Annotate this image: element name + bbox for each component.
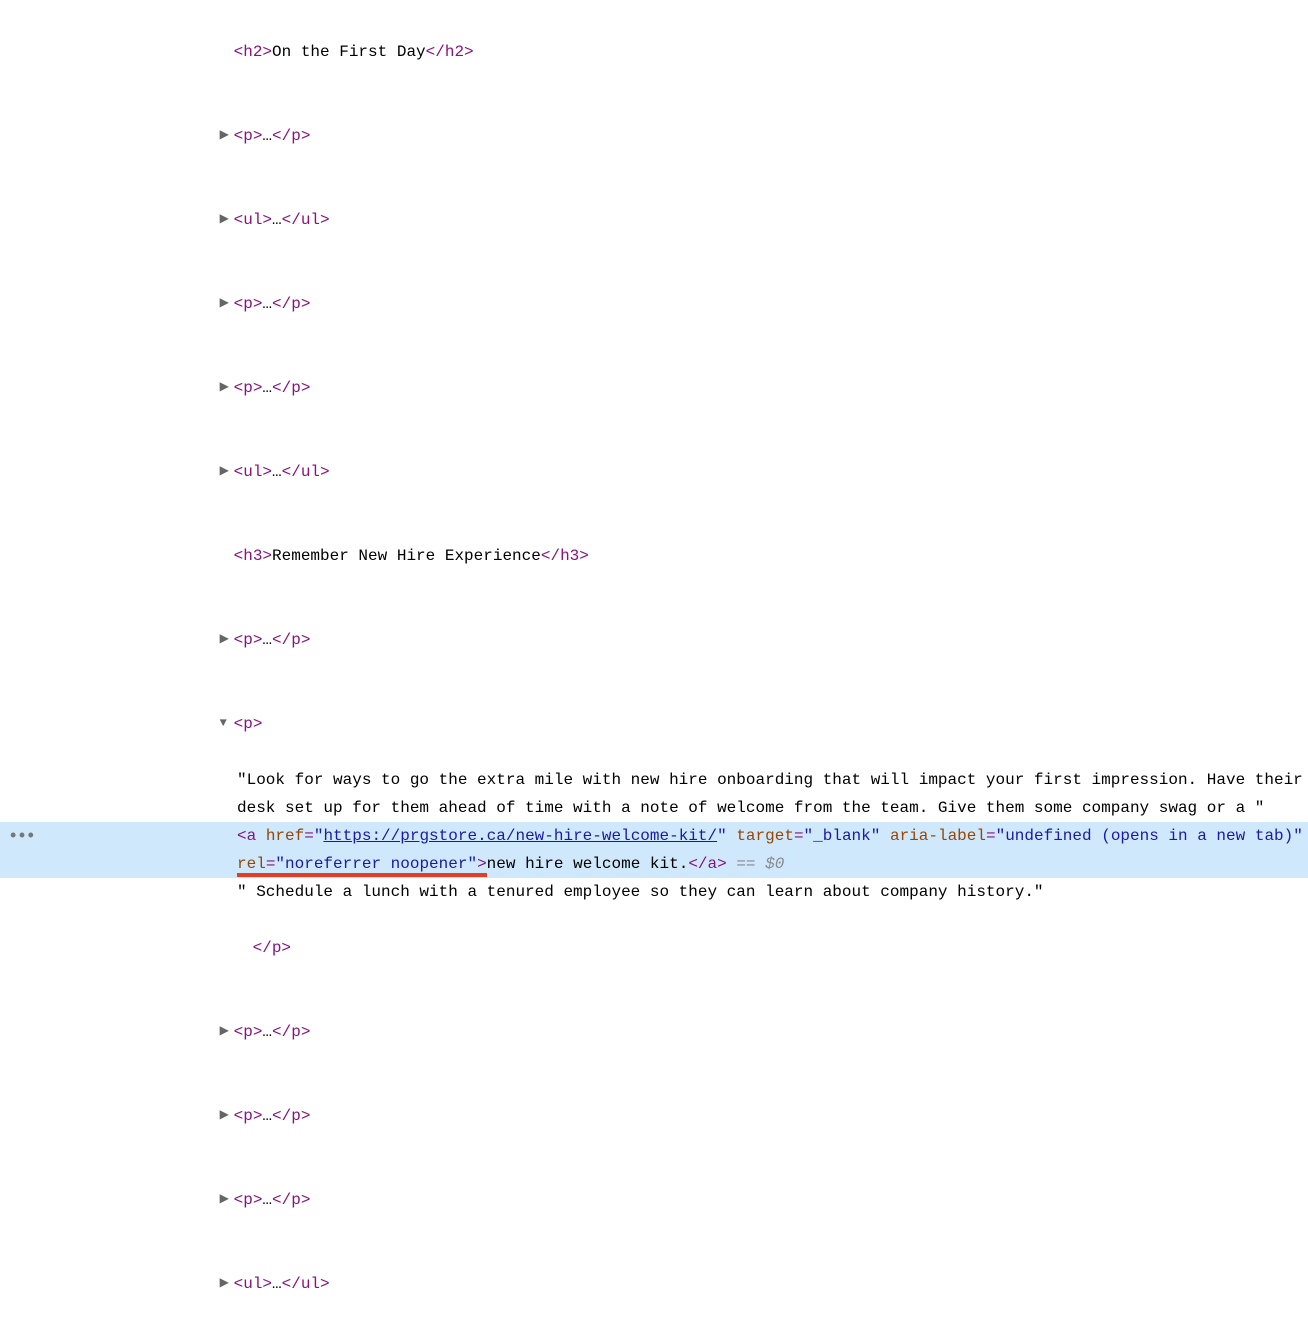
anchor-text: new hire welcome kit. [487,855,689,873]
expand-arrow-icon[interactable]: ▶ [220,377,234,398]
rel-attr-name: rel [237,855,266,873]
node-p-collapsed[interactable]: ▶<p>…</p> [0,346,1308,430]
rel-attr-value: "noreferrer noopener" [275,855,477,873]
expand-arrow-icon[interactable]: ▶ [220,1189,234,1210]
dom-tree: <h2>On the First Day</h2> ▶<p>…</p> ▶<ul… [0,0,1308,1320]
expand-arrow-icon[interactable]: ▶ [220,125,234,146]
h2-text: On the First Day [272,43,426,61]
href-link[interactable]: https://prgstore.ca/new-hire-welcome-kit… [323,827,717,845]
expand-arrow-icon[interactable]: ▶ [220,629,234,650]
text-node[interactable]: "Look for ways to go the extra mile with… [0,766,1308,822]
node-p-expanded-close[interactable]: </p> [0,906,1308,990]
node-p-collapsed[interactable]: ▶<p>…</p> [0,1158,1308,1242]
node-h3[interactable]: <h3>Remember New Hire Experience</h3> [0,514,1308,598]
expand-arrow-icon[interactable]: ▶ [220,209,234,230]
node-ul-collapsed[interactable]: ▶<ul>…</ul> [0,1242,1308,1320]
node-p-collapsed[interactable]: ▶<p>…</p> [0,598,1308,682]
node-p-collapsed[interactable]: ▶<p>…</p> [0,1074,1308,1158]
tag-h2-close: </h2> [426,43,474,61]
collapse-arrow-icon[interactable]: ▼ [220,713,234,734]
expand-arrow-icon[interactable]: ▶ [220,1273,234,1294]
node-p-collapsed[interactable]: ▶<p>…</p> [0,262,1308,346]
tag-h3-close: </h3> [541,547,589,565]
expand-arrow-icon[interactable]: ▶ [220,461,234,482]
node-p-expanded-open[interactable]: ▼<p> [0,682,1308,766]
expand-arrow-icon[interactable]: ▶ [220,1021,234,1042]
text-node[interactable]: " Schedule a lunch with a tenured employ… [0,878,1308,906]
node-ul-collapsed[interactable]: ▶<ul>…</ul> [0,430,1308,514]
h3-text: Remember New Hire Experience [272,547,541,565]
expand-arrow-icon[interactable]: ▶ [220,1105,234,1126]
node-p-collapsed[interactable]: ▶<p>…</p> [0,94,1308,178]
more-actions-icon[interactable]: ••• [0,822,42,854]
selected-node-anchor[interactable]: ••• <a href="https://prgstore.ca/new-hir… [0,822,1308,878]
tag-h2-open: <h2> [234,43,272,61]
node-p-collapsed[interactable]: ▶<p>…</p> [0,990,1308,1074]
node-h2[interactable]: <h2>On the First Day</h2> [0,10,1308,94]
tag-h3-open: <h3> [234,547,272,565]
selected-marker: == $0 [727,855,785,873]
node-ul-collapsed[interactable]: ▶<ul>…</ul> [0,178,1308,262]
expand-arrow-icon[interactable]: ▶ [220,293,234,314]
